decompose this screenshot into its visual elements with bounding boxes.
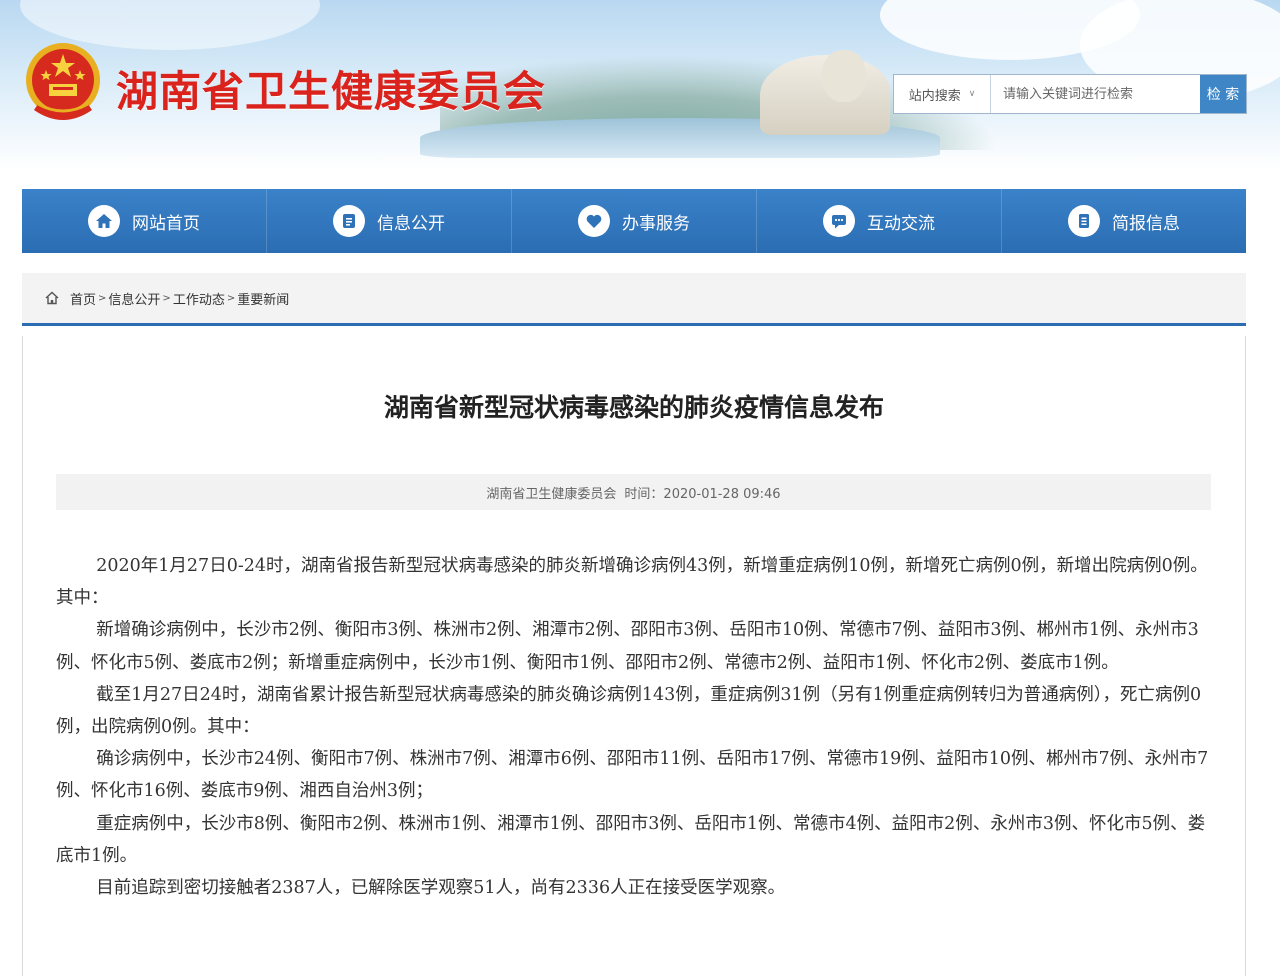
article-title: 湖南省新型冠状病毒感染的肺炎疫情信息发布 [383, 393, 884, 422]
nav-item-home[interactable]: 网站首页 [22, 189, 267, 253]
nav-item-interaction[interactable]: 互动交流 [757, 189, 1002, 253]
nav-item-label: 办事服务 [622, 213, 690, 234]
header-banner: 湖南省卫生健康委员会 站内搜索 ∨ 检 索 [0, 0, 1280, 170]
home-icon [88, 205, 120, 237]
breadcrumb-item-work[interactable]: 工作动态 [173, 289, 225, 308]
site-title[interactable]: 湖南省卫生健康委员会 [116, 58, 546, 119]
main-nav: 网站首页 信息公开 办事服务 互动交流 简报信息 [22, 189, 1246, 253]
breadcrumb-item-info[interactable]: 信息公开 [108, 289, 160, 308]
nav-item-services[interactable]: 办事服务 [512, 189, 757, 253]
article-paragraph: 重症病例中，长沙市8例、衡阳市2例、株洲市1例、湘潭市1例、邵阳市3例、岳阳市1… [56, 813, 1206, 866]
national-emblem-icon[interactable] [22, 40, 104, 126]
search-input[interactable] [991, 75, 1200, 113]
statue-head-image [822, 50, 866, 102]
article-body: 2020年1月27日0-24时，湖南省报告新型冠状病毒感染的肺炎新增确诊病例43… [56, 550, 1211, 904]
breadcrumb-item-home[interactable]: 首页 [70, 289, 96, 308]
nav-item-label: 信息公开 [377, 213, 445, 234]
search-bar: 站内搜索 ∨ 检 索 [893, 74, 1247, 114]
article-paragraph: 截至1月27日24时，湖南省累计报告新型冠状病毒感染的肺炎确诊病例143例，重症… [56, 684, 1202, 738]
nav-item-label: 互动交流 [867, 213, 935, 234]
article-paragraph: 目前追踪到密切接触者2387人，已解除医学观察51人，尚有2336人正在接受医学… [96, 878, 786, 899]
chevron-right-icon: > [98, 292, 107, 304]
article-paragraph: 2020年1月27日0-24时，湖南省报告新型冠状病毒感染的肺炎新增确诊病例43… [56, 556, 1208, 609]
search-scope-select[interactable]: 站内搜索 ∨ [894, 75, 991, 113]
search-button[interactable]: 检 索 [1200, 75, 1246, 113]
nav-item-label: 网站首页 [132, 213, 200, 234]
article-source: 湖南省卫生健康委员会 [486, 486, 617, 502]
chat-icon [823, 205, 855, 237]
search-scope-label: 站内搜索 [908, 88, 961, 104]
nav-item-info[interactable]: 信息公开 [267, 189, 512, 253]
chevron-right-icon: > [162, 292, 171, 304]
report-icon [1068, 205, 1100, 237]
heart-icon [578, 205, 610, 237]
document-icon [333, 205, 365, 237]
home-icon[interactable] [44, 290, 60, 306]
nav-item-label: 简报信息 [1112, 213, 1180, 234]
breadcrumb: 首页 > 信息公开 > 工作动态 > 重要新闻 [22, 273, 1246, 326]
article-paragraph: 新增确诊病例中，长沙市2例、衡阳市3例、株洲市2例、湘潭市2例、邵阳市3例、岳阳… [56, 620, 1199, 673]
chevron-right-icon: > [226, 292, 236, 304]
nav-item-briefing[interactable]: 简报信息 [1002, 189, 1246, 253]
chevron-down-icon: ∨ [968, 89, 976, 99]
article-meta: 湖南省卫生健康委员会 时间：2020-01-28 09:46 [56, 474, 1211, 510]
article-time: 时间：2020-01-28 09:46 [624, 486, 781, 502]
article-container: 湖南省新型冠状病毒感染的肺炎疫情信息发布 湖南省卫生健康委员会 时间：2020-… [22, 336, 1246, 976]
article-paragraph: 确诊病例中，长沙市24例、衡阳市7例、株洲市7例、湘潭市6例、邵阳市11例、岳阳… [56, 749, 1209, 802]
breadcrumb-item-news[interactable]: 重要新闻 [237, 289, 289, 308]
